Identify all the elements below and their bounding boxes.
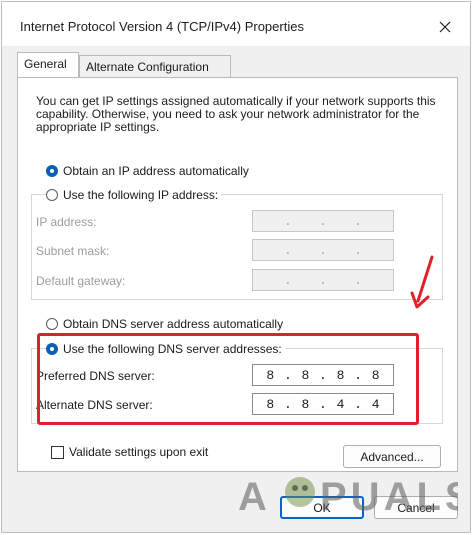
window-title: Internet Protocol Version 4 (TCP/IPv4) P… <box>20 19 304 34</box>
ip-address-row: IP address: . . . <box>36 210 416 234</box>
obtain-ip-auto-label: Obtain an IP address automatically <box>63 164 249 178</box>
preferred-dns-input[interactable]: 8. 8. 8. 8 <box>252 364 394 386</box>
title-bar[interactable]: Internet Protocol Version 4 (TCP/IPv4) P… <box>2 2 470 46</box>
tab-strip: General Alternate Configuration <box>17 52 457 78</box>
obtain-dns-auto-radio[interactable] <box>46 318 58 330</box>
use-following-dns-option[interactable]: Use the following DNS server addresses: <box>46 342 285 356</box>
default-gateway-input[interactable]: . . . <box>252 269 394 291</box>
preferred-dns-row: Preferred DNS server: 8. 8. 8. 8 <box>36 364 416 388</box>
alternate-dns-label: Alternate DNS server: <box>36 398 153 412</box>
obtain-ip-auto-radio[interactable] <box>46 165 58 177</box>
obtain-dns-auto-label: Obtain DNS server address automatically <box>63 317 284 331</box>
use-following-ip-option[interactable]: Use the following IP address: <box>46 188 222 202</box>
subnet-mask-row: Subnet mask: . . . <box>36 239 416 263</box>
tab-general[interactable]: General <box>17 52 79 77</box>
advanced-button[interactable]: Advanced... <box>343 445 441 468</box>
properties-dialog: Internet Protocol Version 4 (TCP/IPv4) P… <box>1 1 471 533</box>
use-following-dns-radio[interactable] <box>46 343 58 355</box>
preferred-dns-label: Preferred DNS server: <box>36 369 155 383</box>
ok-button[interactable]: OK <box>280 496 364 519</box>
validate-settings-checkbox[interactable] <box>51 445 64 459</box>
obtain-ip-auto-option[interactable]: Obtain an IP address automatically <box>46 164 249 178</box>
default-gateway-label: Default gateway: <box>36 274 126 288</box>
obtain-dns-auto-option[interactable]: Obtain DNS server address automatically <box>46 317 283 331</box>
annotation-arrow-icon <box>410 255 434 309</box>
use-following-dns-label: Use the following DNS server addresses: <box>63 342 282 356</box>
ip-address-label: IP address: <box>36 215 97 229</box>
ip-address-input[interactable]: . . . <box>252 210 394 232</box>
cancel-button[interactable]: Cancel <box>374 496 458 519</box>
subnet-mask-label: Subnet mask: <box>36 244 110 258</box>
use-following-ip-label: Use the following IP address: <box>63 188 219 202</box>
general-panel: You can get IP settings assigned automat… <box>17 77 458 472</box>
description-text: You can get IP settings assigned automat… <box>36 94 436 134</box>
close-button[interactable] <box>428 12 462 42</box>
alternate-dns-row: Alternate DNS server: 8. 8. 4. 4 <box>36 393 416 417</box>
validate-settings-label: Validate settings upon exit <box>69 445 209 459</box>
alternate-dns-input[interactable]: 8. 8. 4. 4 <box>252 393 394 415</box>
close-icon <box>439 21 451 33</box>
use-following-ip-radio[interactable] <box>46 189 58 201</box>
subnet-mask-input[interactable]: . . . <box>252 239 394 261</box>
validate-settings-option[interactable]: Validate settings upon exit <box>51 445 208 459</box>
default-gateway-row: Default gateway: . . . <box>36 269 416 293</box>
tab-alternate-configuration[interactable]: Alternate Configuration <box>79 55 231 77</box>
